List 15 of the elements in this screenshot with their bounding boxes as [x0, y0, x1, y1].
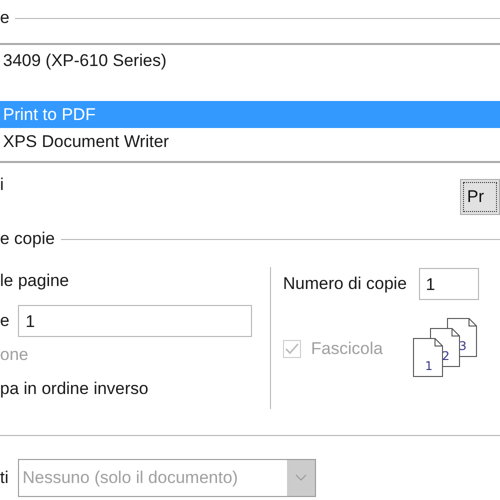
group-title: e — [0, 8, 10, 28]
reverse-order-label[interactable]: pa in ordine inverso — [0, 379, 270, 399]
copies-label: Numero di copie — [283, 274, 407, 294]
pages-field[interactable]: 1 — [18, 305, 252, 337]
properties-button[interactable]: Pr — [460, 179, 500, 215]
chevron-down-icon — [294, 474, 306, 482]
properties-label: i — [0, 175, 4, 195]
printer-list[interactable]: 3409 (XP-610 Series) Print to PDF XPS Document Writer — [0, 43, 500, 163]
group-title: e copie — [0, 229, 55, 249]
all-pages-label[interactable]: le pagine — [0, 271, 270, 297]
pages-label[interactable]: e — [0, 311, 10, 331]
printer-item[interactable]: 3409 (XP-610 Series) — [0, 47, 500, 74]
comments-label: ti — [0, 468, 8, 488]
printer-item[interactable]: XPS Document Writer — [0, 128, 500, 155]
copies-field[interactable]: 1 — [418, 268, 479, 300]
